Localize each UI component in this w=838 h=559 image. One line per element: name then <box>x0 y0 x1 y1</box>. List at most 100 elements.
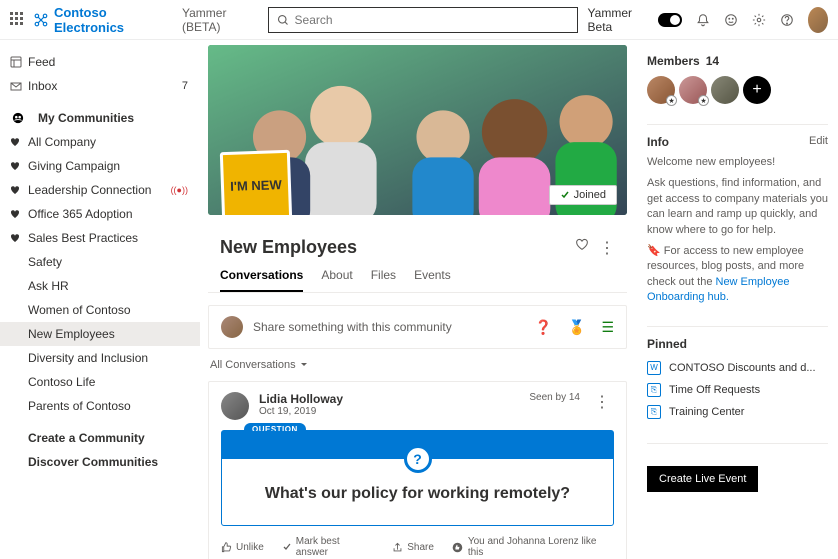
nav-inbox[interactable]: Inbox7 <box>0 74 200 98</box>
content: I'M NEW Joined New Employees ⋮ Conversat… <box>200 40 643 559</box>
mark-best-button[interactable]: Mark best answer <box>282 536 374 558</box>
sidebar-item[interactable]: Leadership Connection((●)) <box>0 178 200 202</box>
share-button[interactable]: Share <box>392 542 434 553</box>
create-live-event-button[interactable]: Create Live Event <box>647 466 758 492</box>
question-tool-icon[interactable]: ❓ <box>535 319 552 336</box>
user-avatar[interactable] <box>808 7 828 33</box>
sidebar-item-label: All Company <box>28 135 96 149</box>
search-input[interactable] <box>295 13 569 27</box>
feedback-icon[interactable] <box>724 13 738 27</box>
poll-tool-icon[interactable]: ☰ <box>601 319 614 336</box>
admin-badge-icon: ★ <box>666 95 677 106</box>
add-member-button[interactable]: + <box>743 76 771 104</box>
tab-about[interactable]: About <box>321 268 352 292</box>
info-welcome: Welcome new employees! <box>647 155 828 170</box>
like-filled-icon <box>452 542 463 553</box>
post-more-button[interactable]: ⋮ <box>590 392 614 412</box>
beta-label: Yammer Beta <box>588 6 645 34</box>
sidebar-item[interactable]: Women of Contoso <box>0 298 200 322</box>
search-icon <box>277 14 289 26</box>
praise-tool-icon[interactable]: 🏅 <box>568 319 585 336</box>
pinned-header: Pinned <box>647 337 687 351</box>
members-header: Members 14 <box>647 54 828 68</box>
file-icon: W <box>647 361 661 375</box>
sidebar-item[interactable]: Contoso Life <box>0 370 200 394</box>
favorite-button[interactable] <box>575 238 589 257</box>
edit-info-button[interactable]: Edit <box>809 135 828 149</box>
joined-button[interactable]: Joined <box>549 185 617 205</box>
search-box[interactable] <box>268 7 578 33</box>
sidebar-item[interactable]: All Company <box>0 130 200 154</box>
sidebar-item[interactable]: Diversity and Inclusion <box>0 346 200 370</box>
community-title: New Employees <box>220 237 565 258</box>
sidebar-item[interactable]: Parents of Contoso <box>0 394 200 418</box>
sidebar-item-label: Ask HR <box>28 279 69 293</box>
composer[interactable]: Share something with this community ❓ 🏅 … <box>208 305 627 349</box>
pinned-item[interactable]: WCONTOSO Discounts and d... <box>647 357 828 379</box>
feed-icon <box>10 56 22 68</box>
notifications-icon[interactable] <box>696 13 710 27</box>
sidebar-item-label: Leadership Connection <box>28 183 151 197</box>
check-icon <box>282 542 292 552</box>
sidebar-item-label: Giving Campaign <box>28 159 120 173</box>
sidebar-item[interactable]: Office 365 Adoption <box>0 202 200 226</box>
more-button[interactable]: ⋮ <box>599 238 615 258</box>
sidebar-item[interactable]: Sales Best Practices <box>0 226 200 250</box>
tab-events[interactable]: Events <box>414 268 451 292</box>
sidebar-item[interactable]: New Employees <box>0 322 200 346</box>
settings-icon[interactable] <box>752 13 766 27</box>
pinned-item[interactable]: ⎘ Time Off Requests <box>647 379 828 401</box>
post-author-avatar[interactable] <box>221 392 249 420</box>
sidebar-item[interactable]: Safety <box>0 250 200 274</box>
sidebar-item[interactable]: Ask HR <box>0 274 200 298</box>
sidebar-item-label: Women of Contoso <box>28 303 131 317</box>
unlike-button[interactable]: Unlike <box>221 542 264 553</box>
cover-image: I'M NEW Joined <box>208 45 627 215</box>
brand-logo-icon <box>34 12 48 28</box>
communities-icon <box>12 112 24 124</box>
sidebar-item-label: Parents of Contoso <box>28 399 131 413</box>
heart-icon <box>10 208 22 220</box>
likes-summary[interactable]: You and Johanna Lorenz like this <box>452 536 614 558</box>
pinned-item[interactable]: ⎘ Training Center <box>647 401 828 423</box>
beta-toggle[interactable] <box>658 13 681 27</box>
nav-discover-communities[interactable]: Discover Communities <box>0 450 200 474</box>
member-avatar[interactable]: ★ <box>679 76 707 104</box>
tab-conversations[interactable]: Conversations <box>220 268 303 292</box>
tab-files[interactable]: Files <box>371 268 396 292</box>
app-launcher[interactable] <box>10 12 24 28</box>
brand[interactable]: Contoso Electronics <box>34 5 164 35</box>
pinned-item-label: Training Center <box>669 406 744 418</box>
member-avatar[interactable] <box>711 76 739 104</box>
post-seen-by[interactable]: Seen by 14 <box>529 392 580 403</box>
nav-my-communities[interactable]: My Communities <box>0 106 200 130</box>
member-avatar[interactable]: ★ <box>647 76 675 104</box>
file-icon: ⎘ <box>647 383 661 397</box>
right-rail: Members 14 ★ ★ + InfoEdit Welcome new em… <box>643 40 838 559</box>
info-tip: 🔖 For access to new employee resources, … <box>647 244 828 306</box>
question-card: QUESTION ? What's our policy for working… <box>221 430 614 526</box>
nav-create-community[interactable]: Create a Community <box>0 426 200 450</box>
thumb-icon <box>221 542 232 553</box>
heart-icon <box>10 136 22 148</box>
info-description: Ask questions, find information, and get… <box>647 176 828 238</box>
help-icon[interactable] <box>780 13 794 27</box>
file-icon: ⎘ <box>647 405 661 419</box>
sidebar-item-label: Safety <box>28 255 62 269</box>
heart-icon <box>10 232 22 244</box>
sidebar-item-label: New Employees <box>28 327 115 341</box>
conversation-filter[interactable]: All Conversations <box>208 349 627 381</box>
sidebar-item-label: Contoso Life <box>28 375 95 389</box>
brand-name: Contoso Electronics <box>54 5 164 35</box>
chevron-down-icon <box>300 361 308 369</box>
community-avatar: I'M NEW <box>220 150 292 215</box>
composer-avatar <box>221 316 243 338</box>
nav-feed[interactable]: Feed <box>0 50 200 74</box>
pinned-item-label: Time Off Requests <box>669 384 760 396</box>
sidebar-item[interactable]: Giving Campaign <box>0 154 200 178</box>
heart-icon <box>10 160 22 172</box>
post-author-name[interactable]: Lidia Holloway <box>259 392 519 406</box>
heart-icon <box>10 184 22 196</box>
admin-badge-icon: ★ <box>698 95 709 106</box>
post: Lidia Holloway Oct 19, 2019 Seen by 14 ⋮… <box>208 381 627 559</box>
